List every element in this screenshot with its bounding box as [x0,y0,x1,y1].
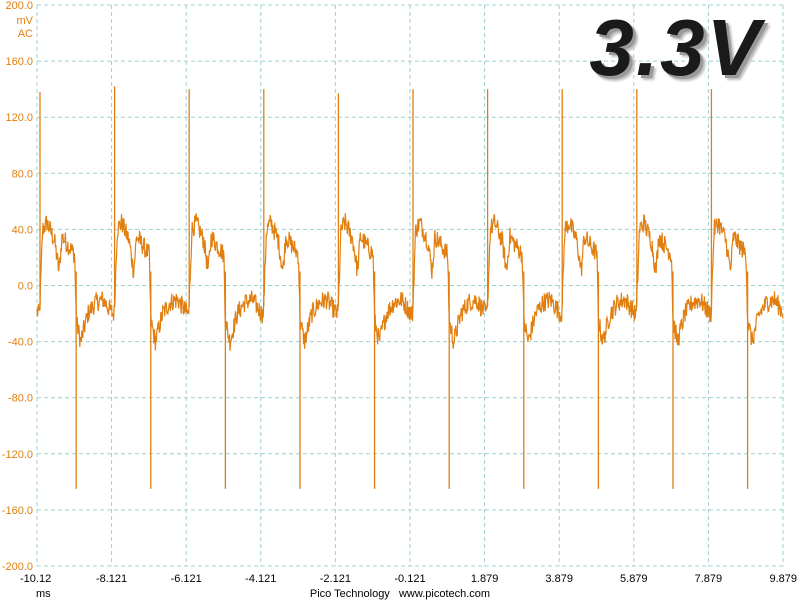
footer-brand: Pico Technology [309,588,390,600]
y-coupling-label: AC [18,28,33,40]
x-tick-label: -4.121 [245,573,276,585]
x-tick-label: -6.121 [171,573,202,585]
y-tick-label: -120.0 [2,449,33,461]
y-tick-label: -80.0 [8,393,33,405]
y-unit-label: mV [17,15,34,27]
x-tick-label: 1.879 [471,573,499,585]
y-tick-label: 200.0 [5,0,33,12]
x-tick-label: 5.879 [620,573,648,585]
x-tick-label: 7.879 [695,573,723,585]
y-tick-label: -200.0 [2,561,33,573]
x-tick-label: -0.121 [394,573,425,585]
footer-website: www.picotech.com [398,588,491,600]
footer: Pico Technology www.picotech.com [0,588,800,600]
y-tick-label: 0.0 [18,281,33,293]
chart-title: 3.3V [589,3,762,92]
y-tick-label: -40.0 [8,337,33,349]
y-tick-label: 120.0 [5,112,33,124]
y-tick-label: -160.0 [2,505,33,517]
x-tick-label: -2.121 [320,573,351,585]
x-tick-label: 3.879 [545,573,573,585]
x-tick-label: -8.121 [96,573,127,585]
oscilloscope-chart: mV AC 200.0 160.0 120.0 80.0 40.0 0.0 -40.0 -80… [0,0,800,600]
y-tick-label: 160.0 [5,56,33,68]
x-tick-label: -10.12 [20,573,51,585]
y-tick-label: 40.0 [12,224,33,236]
x-tick-label: 9.879 [769,573,797,585]
y-tick-label: 80.0 [12,168,33,180]
